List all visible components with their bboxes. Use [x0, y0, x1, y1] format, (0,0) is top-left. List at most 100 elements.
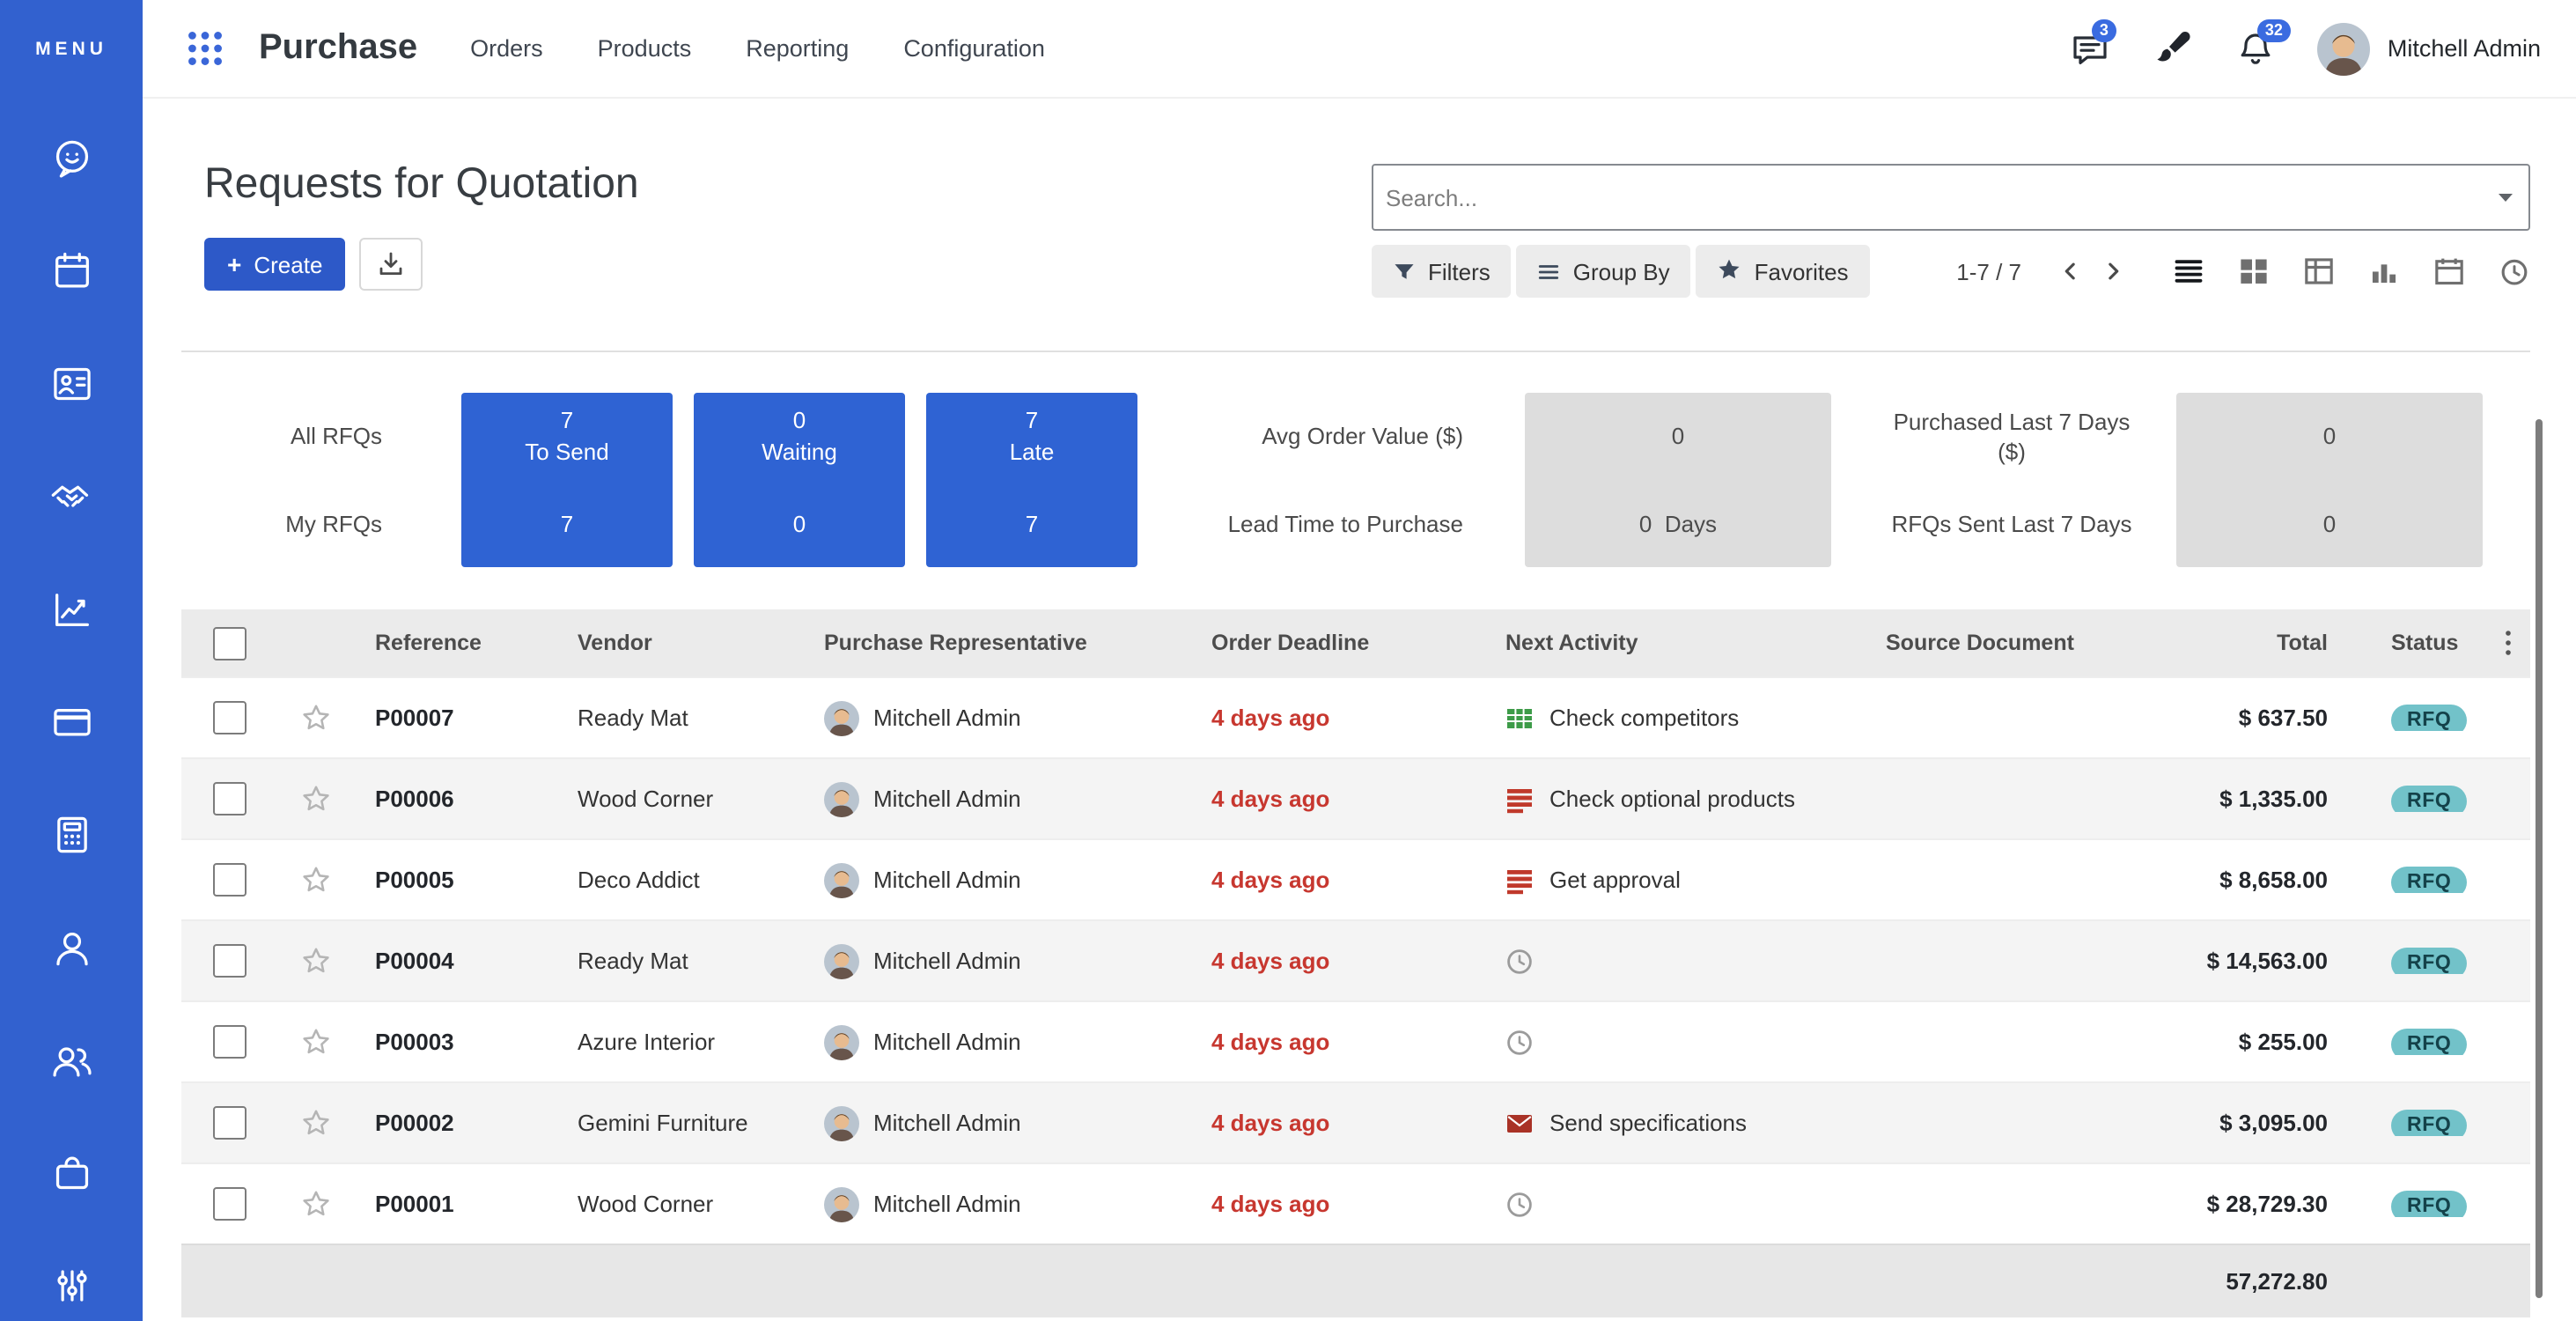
notifications-bell-icon[interactable]: 32: [2234, 27, 2277, 70]
column-order-deadline[interactable]: Order Deadline: [1189, 631, 1483, 655]
row-checkbox[interactable]: [213, 944, 247, 978]
row-checkbox[interactable]: [213, 782, 247, 815]
export-button[interactable]: [359, 238, 423, 291]
favorite-star-icon[interactable]: [278, 1108, 352, 1138]
favorite-star-icon[interactable]: [278, 1027, 352, 1057]
nav-products[interactable]: Products: [598, 35, 692, 62]
view-calendar-icon[interactable]: [2433, 255, 2465, 287]
avatar: [824, 781, 859, 816]
table-row[interactable]: P00002 Gemini Furniture Mitchell Admin 4…: [181, 1081, 2530, 1162]
favorite-star-icon[interactable]: [278, 784, 352, 814]
calculator-icon[interactable]: [48, 812, 94, 858]
menu-label[interactable]: MENU: [35, 0, 107, 99]
filter-all-rfqs[interactable]: All RFQs: [143, 393, 461, 480]
next-activity[interactable]: Get approval: [1483, 866, 1863, 894]
order-deadline: 4 days ago: [1189, 786, 1483, 812]
search-caret-icon[interactable]: [2499, 193, 2513, 202]
clock-icon: [1505, 1028, 1534, 1056]
favorite-star-icon[interactable]: [278, 1189, 352, 1219]
column-next-activity[interactable]: Next Activity: [1483, 631, 1863, 655]
topbar: Purchase Orders Products Reporting Confi…: [143, 0, 2576, 99]
pager-previous-button[interactable]: [2050, 250, 2092, 292]
app-title[interactable]: Purchase: [259, 28, 417, 69]
handshake-icon[interactable]: [48, 474, 94, 520]
select-all-checkbox[interactable]: [213, 626, 247, 660]
next-activity[interactable]: Check optional products: [1483, 785, 1863, 813]
purchase-bag-icon[interactable]: [48, 1150, 94, 1196]
next-activity[interactable]: Send specifications: [1483, 1109, 1863, 1137]
table-row[interactable]: P00003 Azure Interior Mitchell Admin 4 d…: [181, 1000, 2530, 1081]
column-options-icon[interactable]: [2486, 629, 2530, 657]
calendar-icon[interactable]: [48, 248, 94, 294]
column-total[interactable]: Total: [2162, 631, 2370, 655]
list-icon: [1505, 866, 1534, 894]
messages-icon[interactable]: 3: [2069, 27, 2111, 70]
rfqs-sent-last-7-days-label: RFQs Sent Last 7 Days: [1866, 480, 2157, 567]
column-source-document[interactable]: Source Document: [1863, 631, 2162, 655]
pager-next-button[interactable]: [2092, 250, 2134, 292]
nav-reporting[interactable]: Reporting: [746, 35, 849, 62]
view-graph-icon[interactable]: [2368, 255, 2400, 287]
sales-chart-icon[interactable]: [48, 587, 94, 632]
status-badge: RFQ: [2391, 705, 2467, 731]
brush-icon[interactable]: [2152, 27, 2194, 70]
column-reference[interactable]: Reference: [352, 631, 555, 655]
total-amount: $ 14,563.00: [2162, 948, 2370, 974]
row-checkbox[interactable]: [213, 701, 247, 734]
rfq-reference: P00006: [352, 786, 555, 812]
favorite-star-icon[interactable]: [278, 946, 352, 976]
table-row[interactable]: P00004 Ready Mat Mitchell Admin 4 days a…: [181, 919, 2530, 1000]
status-badge: RFQ: [2391, 948, 2467, 974]
favorites-button[interactable]: Favorites: [1696, 245, 1870, 298]
table-row[interactable]: P00007 Ready Mat Mitchell Admin 4 days a…: [181, 676, 2530, 757]
row-checkbox[interactable]: [213, 863, 247, 897]
user-icon[interactable]: [48, 925, 94, 970]
tile-waiting[interactable]: 0 Waiting 0: [694, 393, 905, 567]
next-activity[interactable]: [1483, 947, 1863, 975]
group-by-button[interactable]: Group By: [1517, 245, 1691, 298]
table-row[interactable]: P00006 Wood Corner Mitchell Admin 4 days…: [181, 757, 2530, 838]
view-switcher: [2173, 255, 2530, 287]
search-input[interactable]: [1386, 184, 2499, 210]
nav-configuration[interactable]: Configuration: [903, 35, 1045, 62]
nav-orders[interactable]: Orders: [470, 35, 543, 62]
row-checkbox[interactable]: [213, 1106, 247, 1140]
table-row[interactable]: P00005 Deco Addict Mitchell Admin 4 days…: [181, 838, 2530, 919]
purchase-dashboard: All RFQs My RFQs 7 To Send 7 0 Waiting 0: [143, 393, 2576, 567]
next-activity[interactable]: [1483, 1028, 1863, 1056]
purchase-representative: Mitchell Admin: [801, 862, 1189, 897]
apps-grid-icon[interactable]: [183, 26, 227, 70]
tile-to-send[interactable]: 7 To Send 7: [461, 393, 673, 567]
favorite-star-icon[interactable]: [278, 703, 352, 733]
discuss-icon[interactable]: [48, 136, 94, 181]
column-vendor[interactable]: Vendor: [555, 631, 801, 655]
tile-late[interactable]: 7 Late 7: [926, 393, 1137, 567]
members-icon[interactable]: [48, 1037, 94, 1083]
view-activity-icon[interactable]: [2499, 255, 2530, 287]
view-kanban-icon[interactable]: [2238, 255, 2270, 287]
vendor-name: Wood Corner: [555, 1191, 801, 1217]
chevron-left-icon: [2058, 259, 2083, 284]
next-activity[interactable]: [1483, 1190, 1863, 1218]
settings-sliders-icon[interactable]: [48, 1263, 94, 1309]
user-menu[interactable]: Mitchell Admin: [2317, 22, 2541, 75]
contacts-icon[interactable]: [48, 361, 94, 407]
row-checkbox[interactable]: [213, 1025, 247, 1059]
row-checkbox[interactable]: [213, 1187, 247, 1221]
rfq-reference: P00003: [352, 1029, 555, 1055]
table-row[interactable]: P00001 Wood Corner Mitchell Admin 4 days…: [181, 1162, 2530, 1244]
status-badge: RFQ: [2391, 1191, 2467, 1217]
column-status[interactable]: Status: [2370, 631, 2486, 655]
order-deadline: 4 days ago: [1189, 948, 1483, 974]
filters-button[interactable]: Filters: [1372, 245, 1512, 298]
vertical-scrollbar[interactable]: [2536, 419, 2543, 1298]
filter-my-rfqs[interactable]: My RFQs: [143, 480, 461, 567]
view-list-icon[interactable]: [2173, 255, 2204, 287]
create-button[interactable]: + Create: [204, 238, 345, 291]
view-pivot-icon[interactable]: [2303, 255, 2335, 287]
avg-order-value-label: Avg Order Value ($): [1159, 393, 1477, 480]
favorite-star-icon[interactable]: [278, 865, 352, 895]
next-activity[interactable]: Check competitors: [1483, 704, 1863, 732]
column-purchase-representative[interactable]: Purchase Representative: [801, 631, 1189, 655]
billing-card-icon[interactable]: [48, 699, 94, 745]
